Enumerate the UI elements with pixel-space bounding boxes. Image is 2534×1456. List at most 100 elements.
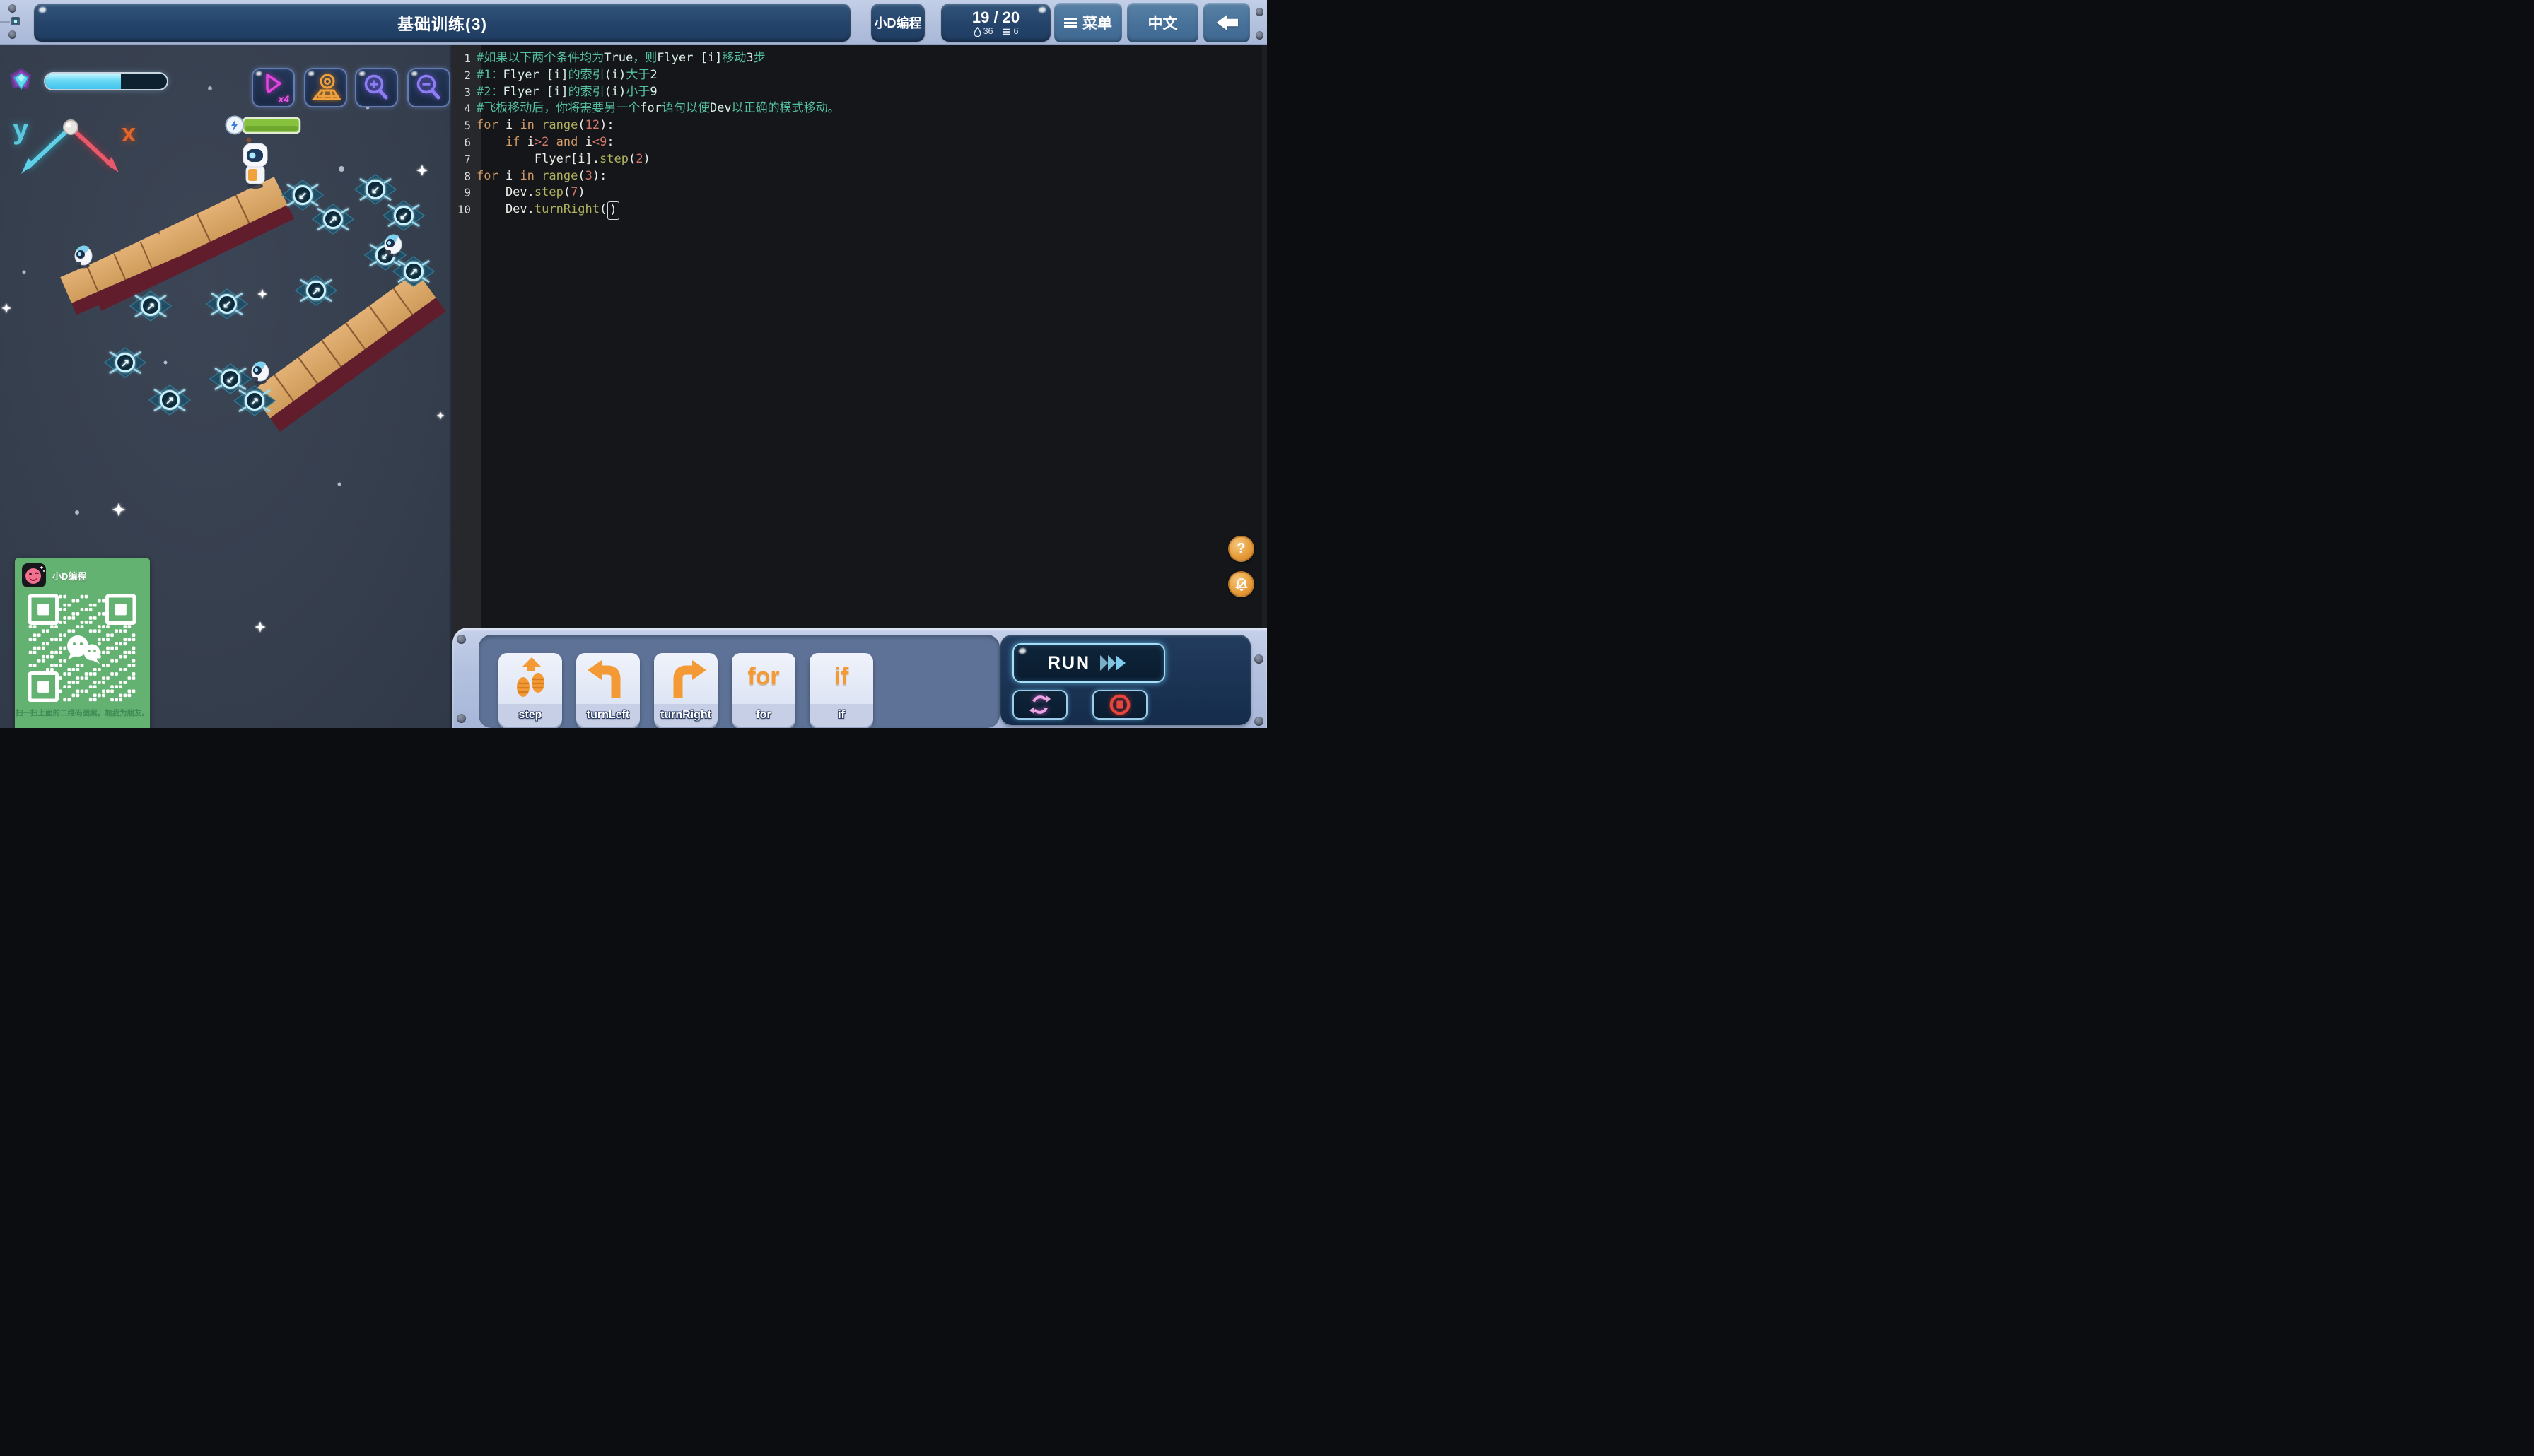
avatar bbox=[22, 563, 46, 587]
code-token: ): bbox=[600, 118, 614, 133]
flyer-pad-tile bbox=[393, 257, 434, 286]
droplet-icon bbox=[973, 26, 981, 37]
screw-icon bbox=[1254, 654, 1263, 664]
code-token: 12 bbox=[585, 118, 600, 133]
code-token: if bbox=[505, 134, 520, 149]
flyer-pad-tile bbox=[105, 348, 146, 377]
app-window: 基础训练(3) 小D编程 19 / 20 36 6 菜单 中文 x4 y x 小… bbox=[0, 0, 1267, 728]
line-number: 1 bbox=[464, 52, 471, 65]
screw-icon bbox=[8, 4, 16, 13]
code-line[interactable]: 5 for i in range(12): bbox=[452, 117, 1267, 134]
block-for[interactable]: for for bbox=[732, 653, 795, 727]
code-token: 7 bbox=[571, 185, 578, 200]
code-token: 9 bbox=[650, 84, 658, 99]
language-label: 中文 bbox=[1148, 16, 1178, 32]
help-button[interactable]: ? bbox=[1228, 536, 1254, 562]
flyer-pad-tile bbox=[206, 289, 247, 319]
glint-icon bbox=[1019, 648, 1026, 654]
code-token: ( bbox=[563, 185, 571, 200]
block-label-strip: if bbox=[810, 704, 873, 727]
level-progress-value: 19 / 20 bbox=[971, 8, 1020, 26]
flyer-robot bbox=[251, 360, 269, 384]
code-token: 2 bbox=[636, 151, 643, 166]
code-token: Flyer[i]. bbox=[477, 151, 600, 166]
glint-icon bbox=[308, 71, 314, 76]
level-progress-button[interactable]: 19 / 20 36 6 bbox=[941, 4, 1051, 42]
dot-icon bbox=[208, 86, 212, 90]
code-line[interactable]: 1 #如果以下两个条件均为 True ，则 Flyer [i] 移动 3 步 bbox=[452, 50, 1267, 67]
block-label: turnRight bbox=[660, 709, 711, 721]
level-progress-fill bbox=[45, 74, 121, 89]
page-title: 基础训练(3) bbox=[397, 15, 488, 33]
line-number: 9 bbox=[464, 186, 471, 200]
flyer-pad-tile bbox=[383, 201, 424, 230]
code-token: #飞板移动后，你将需要另一个 bbox=[477, 101, 641, 116]
line-number: 6 bbox=[464, 135, 471, 149]
block-turnRight[interactable]: turnRight bbox=[654, 653, 718, 727]
code-editor[interactable]: 1 #如果以下两个条件均为 True ，则 Flyer [i] 移动 3 步 2 #1： Flyer… bbox=[452, 45, 1267, 728]
block-if[interactable]: if if bbox=[810, 653, 873, 727]
flyer-pad-tile bbox=[355, 175, 396, 204]
brand-button[interactable]: 小D编程 bbox=[871, 4, 925, 42]
code-line[interactable]: 6 if i >2 and i <9: bbox=[452, 134, 1267, 151]
glint-icon bbox=[39, 7, 46, 13]
code-token: ( bbox=[578, 168, 585, 183]
code-line[interactable]: 2 #1： Flyer [i] 的索引 (i) 大于 2 bbox=[452, 67, 1267, 84]
code-line[interactable]: 9 Dev. step(7) bbox=[452, 184, 1267, 201]
code-lines[interactable]: 1 #如果以下两个条件均为 True ，则 Flyer [i] 移动 3 步 2 #1： Flyer… bbox=[452, 50, 1267, 220]
turn-right-icon bbox=[673, 660, 706, 698]
code-line[interactable]: 3 #2： Flyer [i] 的索引 (i) 小于 9 bbox=[452, 84, 1267, 101]
left-arrow-icon bbox=[1216, 14, 1238, 31]
run-button[interactable]: RUN bbox=[1012, 643, 1165, 683]
code-line[interactable]: 4 #飞板移动后，你将需要另一个 for 语句以使 Dev 以正确的模式移动。 bbox=[452, 100, 1267, 117]
block-label-strip: turnLeft bbox=[576, 704, 640, 727]
qr-caption: 扫一扫上面的二维码图案，加我为朋友。 bbox=[16, 709, 149, 717]
stop-button[interactable] bbox=[1092, 690, 1148, 720]
reset-button[interactable] bbox=[1012, 690, 1068, 720]
code-token: for bbox=[477, 168, 498, 183]
winking-face-icon bbox=[25, 566, 45, 584]
dev-robot bbox=[243, 137, 268, 189]
block-label-strip: turnRight bbox=[654, 704, 718, 727]
speed-button[interactable]: x4 bbox=[252, 68, 295, 107]
code-line[interactable]: 8 for i in range(3): bbox=[452, 168, 1267, 185]
map-button[interactable] bbox=[304, 68, 347, 107]
back-button[interactable] bbox=[1203, 3, 1250, 42]
language-button[interactable]: 中文 bbox=[1127, 3, 1198, 42]
code-token: ) bbox=[643, 151, 650, 166]
block-turnLeft[interactable]: turnLeft bbox=[576, 653, 640, 727]
block-label: step bbox=[518, 709, 542, 721]
restart-icon bbox=[1029, 695, 1051, 715]
for-icon: for bbox=[747, 663, 780, 690]
axis-x-label: x bbox=[122, 118, 136, 147]
indicator-square-icon bbox=[0, 17, 20, 25]
flyer-pad-tile bbox=[234, 386, 275, 416]
zoom-out-button[interactable] bbox=[407, 68, 450, 107]
turn-left-icon bbox=[588, 660, 621, 698]
flyer-pad-tile bbox=[149, 385, 190, 415]
menu-button[interactable]: 菜单 bbox=[1054, 3, 1122, 42]
qr-modules bbox=[28, 594, 136, 703]
code-line[interactable]: 10 Dev. turnRight() bbox=[452, 201, 1267, 220]
code-token: for bbox=[477, 118, 498, 133]
game-viewport[interactable]: ↗ ↙ bbox=[0, 45, 452, 728]
run-panel: RUN bbox=[1000, 635, 1251, 725]
code-token: Dev bbox=[709, 101, 732, 116]
code-line[interactable]: 7 Flyer[i]. step(2) bbox=[452, 151, 1267, 168]
flyer-pad-tile bbox=[282, 180, 323, 210]
line-number: 10 bbox=[457, 203, 471, 217]
axis-gizmo: y x bbox=[13, 114, 136, 174]
code-token: ( bbox=[628, 151, 636, 166]
notification-off-button[interactable] bbox=[1228, 571, 1254, 597]
block-step[interactable]: step bbox=[498, 653, 562, 727]
line-number: 3 bbox=[464, 85, 471, 99]
code-token: #如果以下两个条件均为 bbox=[477, 51, 605, 65]
code-token: step bbox=[534, 185, 564, 200]
code-token: ( bbox=[578, 118, 585, 133]
wood-bridge bbox=[250, 271, 446, 433]
help-label: ? bbox=[1237, 541, 1246, 556]
zoom-in-button[interactable] bbox=[355, 68, 398, 107]
code-token: step bbox=[600, 151, 629, 166]
code-token: >2 bbox=[534, 134, 549, 149]
